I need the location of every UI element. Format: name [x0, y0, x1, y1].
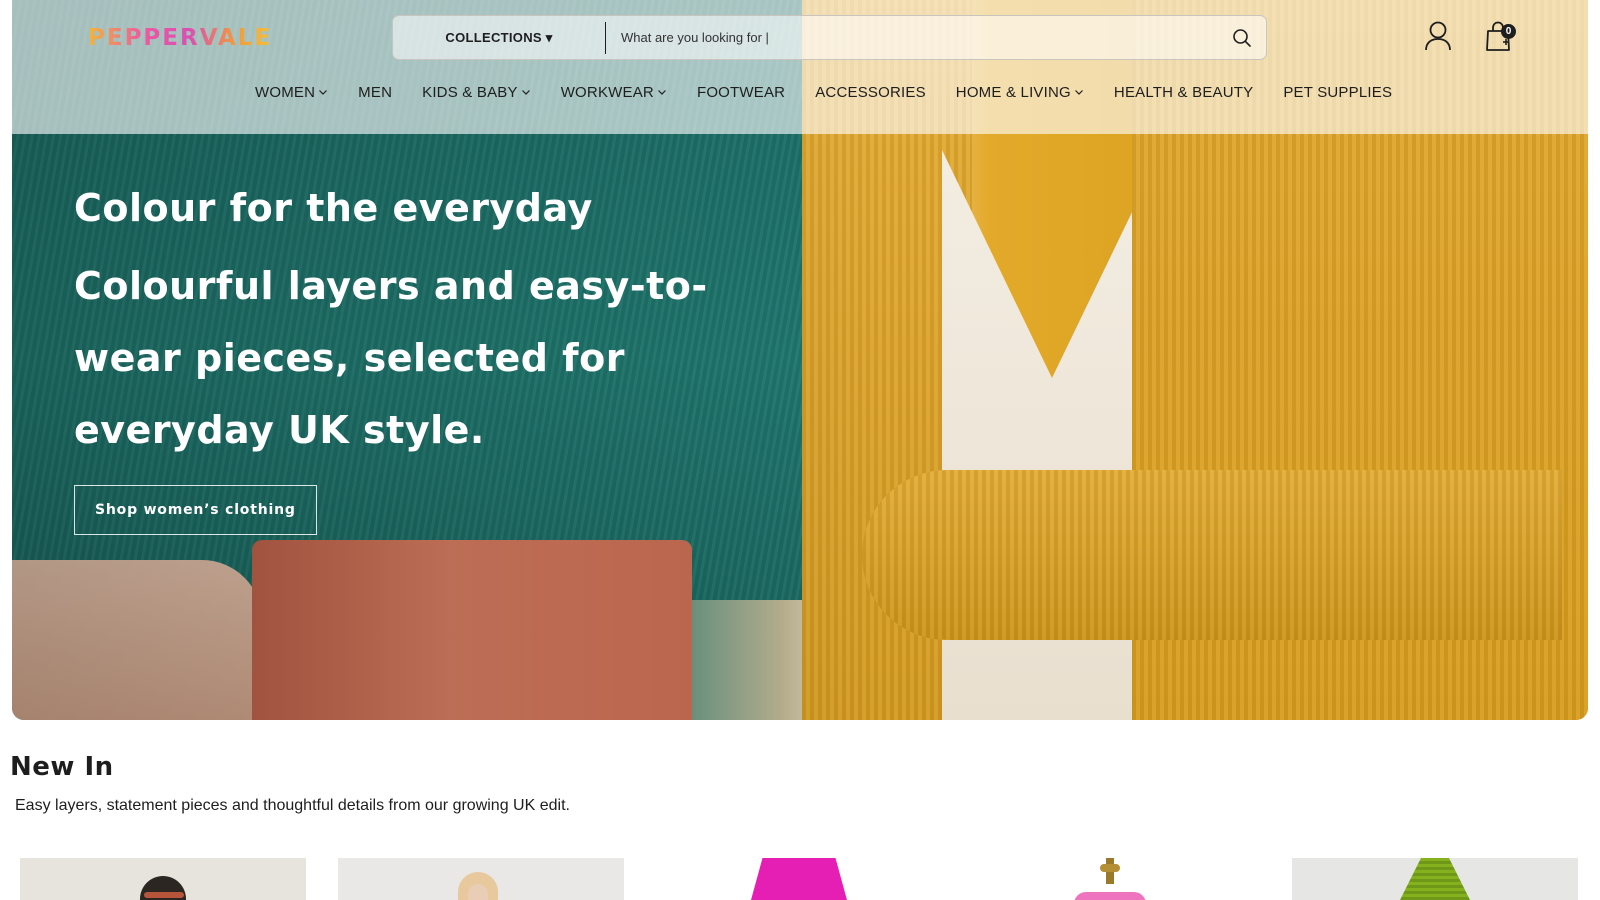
chevron-down-icon	[521, 90, 530, 95]
nav-item-women[interactable]: WOMEN	[255, 84, 328, 101]
new-in-subtitle: Easy layers, statement pieces and though…	[15, 797, 570, 814]
nav-item-footwear[interactable]: FOOTWEAR	[697, 84, 785, 101]
nav-item-label: HOME & LIVING	[955, 83, 1071, 101]
nav-item-workwear[interactable]: WORKWEAR	[561, 84, 667, 101]
brand-logo-text: PEPPERVALE	[88, 25, 273, 51]
account-icon[interactable]	[1424, 20, 1454, 54]
site-header: PEPPERVALE COLLECTIONS ▾ 0 WOMEN MEN KID…	[0, 0, 1600, 134]
chevron-down-icon	[658, 90, 666, 95]
nav-item-label: WORKWEAR	[560, 83, 654, 101]
search-icon[interactable]	[1218, 16, 1266, 59]
search-bar: COLLECTIONS ▾	[392, 15, 1267, 60]
cart-count-badge: 0	[1501, 24, 1516, 39]
product-grid	[0, 858, 1600, 900]
hero-text: Colour for the everyday Colourful layers…	[74, 180, 794, 466]
nav-item-label: HEALTH & BEAUTY	[1113, 83, 1254, 101]
nav-item-health-beauty[interactable]: HEALTH & BEAUTY	[1114, 84, 1253, 101]
product-card[interactable]	[338, 858, 624, 900]
product-card[interactable]	[20, 858, 306, 900]
hero-eyebrow: Colour for the everyday	[74, 186, 593, 230]
product-model-glasses	[144, 892, 184, 898]
main-nav: WOMEN MEN KIDS & BABY WORKWEAR FOOTWEAR …	[255, 78, 1392, 106]
chevron-down-icon	[1074, 90, 1083, 95]
nav-item-label: PET SUPPLIES	[1283, 83, 1393, 101]
collections-dropdown[interactable]: COLLECTIONS ▾	[393, 16, 605, 59]
chevron-down-icon	[319, 90, 328, 95]
nav-item-men[interactable]: MEN	[358, 84, 392, 101]
nav-item-label: KIDS & BABY	[422, 83, 518, 101]
product-garment-pink-dress	[1074, 892, 1146, 900]
nav-item-home-living[interactable]: HOME & LIVING	[956, 84, 1084, 101]
nav-item-label: ACCESSORIES	[815, 83, 926, 101]
page: Colour for the everyday Colourful layers…	[0, 0, 1600, 900]
new-in-title: New In	[10, 752, 114, 782]
cart-button[interactable]: 0	[1484, 20, 1518, 54]
hero-title: Colourful layers and easy-to-wear pieces…	[74, 264, 708, 452]
nav-item-label: WOMEN	[255, 83, 316, 101]
nav-item-accessories[interactable]: ACCESSORIES	[815, 84, 926, 101]
nav-item-pet-supplies[interactable]: PET SUPPLIES	[1283, 84, 1392, 101]
nav-item-kids-baby[interactable]: KIDS & BABY	[422, 84, 531, 101]
product-model-face	[468, 884, 488, 900]
product-card[interactable]	[970, 858, 1256, 900]
search-input[interactable]	[606, 16, 1218, 59]
product-card[interactable]	[656, 858, 942, 900]
product-mannequin-top	[1100, 864, 1120, 872]
shop-womens-clothing-button[interactable]: Shop women’s clothing	[74, 485, 317, 535]
brand-logo[interactable]: PEPPERVALE	[88, 24, 272, 52]
nav-item-label: FOOTWEAR	[696, 83, 786, 101]
nav-item-label: MEN	[358, 83, 393, 101]
product-garment-pink-top	[751, 858, 847, 900]
product-card[interactable]	[1292, 858, 1578, 900]
